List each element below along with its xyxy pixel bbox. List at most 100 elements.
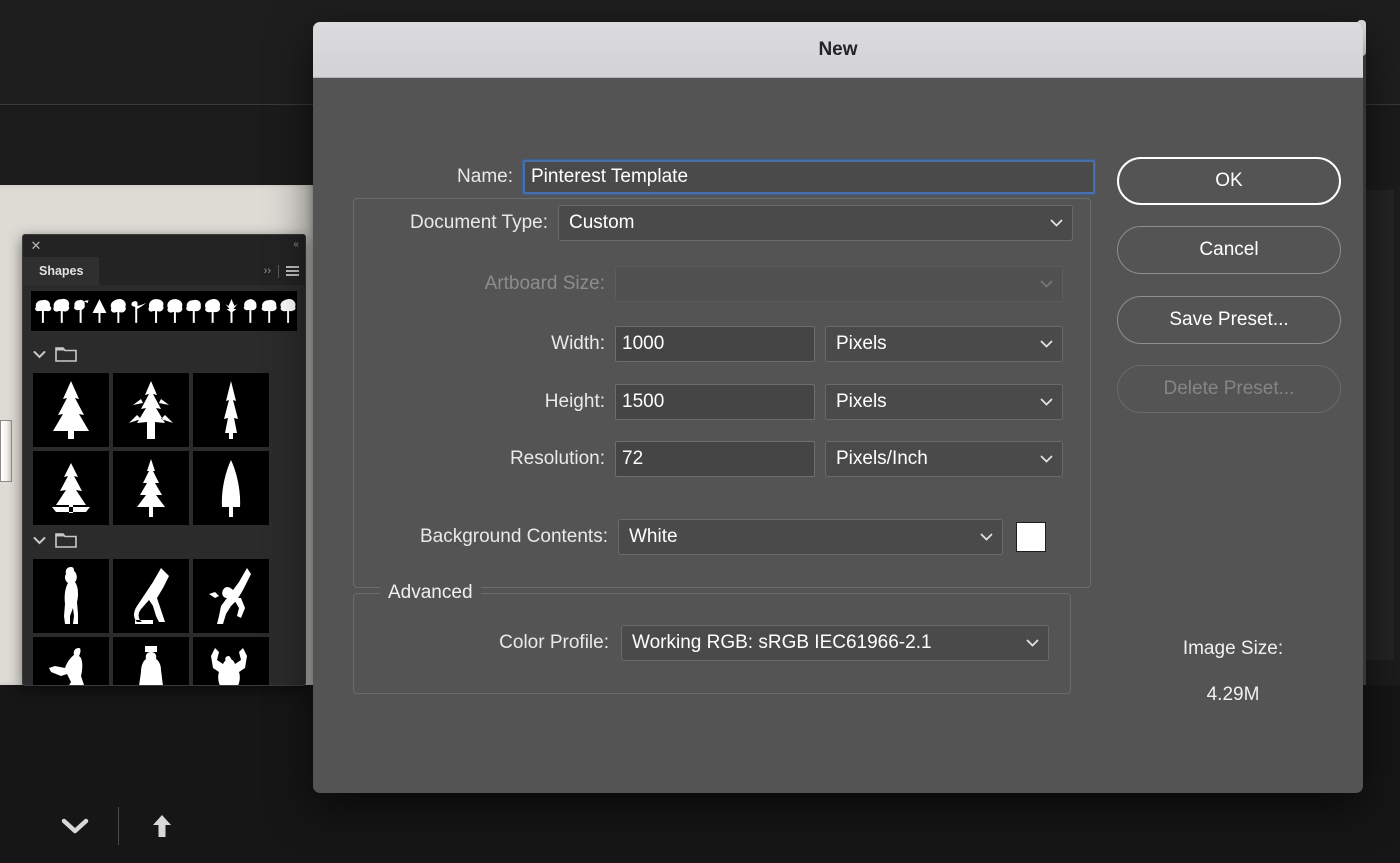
chevron-down-icon <box>980 533 993 541</box>
dialog-body: Name: Document Type: Custom Artboard Siz… <box>313 78 1363 793</box>
bottom-toolbar <box>40 800 197 852</box>
width-input[interactable] <box>615 326 815 362</box>
tab-shapes[interactable]: Shapes <box>23 257 100 285</box>
shapes-thumbnail-grid-trees <box>23 373 305 525</box>
shape-thumbnail[interactable] <box>193 637 269 685</box>
screen: ✕ ‹‹ Shapes ›› New Name: Pinterest Templ… <box>0 0 1400 863</box>
folder-icon <box>55 345 77 367</box>
advanced-legend: Advanced <box>380 582 481 604</box>
color-profile-label: Color Profile: <box>499 632 609 653</box>
shapes-panel-controls: ›› <box>264 257 299 285</box>
artboard-size-row: Artboard Size: <box>313 266 1063 302</box>
height-unit-value: Pixels <box>836 391 887 412</box>
chevron-down-icon <box>1050 219 1063 227</box>
chevron-down-icon[interactable] <box>33 350 46 362</box>
chevron-down-icon[interactable] <box>40 800 110 852</box>
background-contents-label: Background Contents: <box>419 526 608 547</box>
artboard-size-label: Artboard Size: <box>484 273 605 294</box>
shapes-thumbnail-grid-people <box>23 559 305 685</box>
shapes-group-trees[interactable] <box>23 339 305 373</box>
dialog-form-column: Name: Document Type: Custom Artboard Siz… <box>313 78 1095 793</box>
document-type-label: Document Type: <box>409 212 548 233</box>
delete-preset-button-label: Delete Preset... <box>1163 378 1295 399</box>
collapse-icon[interactable]: ‹‹ <box>293 239 299 250</box>
shapes-recent-strip <box>23 285 305 339</box>
dialog-titlebar: New <box>313 22 1363 78</box>
width-unit-value: Pixels <box>836 333 887 354</box>
close-icon[interactable]: ✕ <box>29 239 43 253</box>
panel-menu-icon[interactable] <box>286 264 299 279</box>
save-preset-button-label: Save Preset... <box>1169 309 1289 330</box>
right-dock-panel[interactable] <box>1366 190 1394 660</box>
color-profile-select[interactable]: Working RGB: sRGB IEC61966-2.1 <box>621 625 1049 661</box>
chevron-down-icon <box>1026 639 1039 647</box>
shape-thumbnail[interactable] <box>33 451 109 525</box>
shape-thumbnail[interactable] <box>113 451 189 525</box>
document-type-value: Custom <box>569 212 635 233</box>
save-preset-button[interactable]: Save Preset... <box>1117 296 1341 344</box>
shapes-panel-tabrow: Shapes ›› <box>23 257 305 285</box>
resolution-unit-select[interactable]: Pixels/Inch <box>825 441 1063 477</box>
dialog-title: New <box>818 38 858 60</box>
shape-thumbnail[interactable] <box>33 559 109 633</box>
shape-thumbnail[interactable] <box>113 637 189 685</box>
shapes-panel-titlebar: ✕ ‹‹ <box>23 235 305 257</box>
shapes-tab-label: Shapes <box>39 264 84 278</box>
shape-thumbnail[interactable] <box>193 373 269 447</box>
width-row: Width: Pixels <box>313 326 1063 362</box>
chevron-down-icon <box>1040 340 1053 348</box>
height-row: Height: Pixels <box>313 384 1063 420</box>
height-unit-select[interactable]: Pixels <box>825 384 1063 420</box>
arrow-up-icon[interactable] <box>127 800 197 852</box>
cancel-button-label: Cancel <box>1199 239 1259 260</box>
folder-icon <box>55 531 77 553</box>
ok-button-label: OK <box>1215 170 1243 191</box>
height-label: Height: <box>544 391 605 412</box>
shape-thumbnail[interactable] <box>33 637 109 685</box>
name-label: Name: <box>457 166 513 187</box>
document-type-row: Document Type: Custom <box>313 205 1073 241</box>
shapes-group-people[interactable] <box>23 525 305 559</box>
dialog-button-column: OK Cancel Save Preset... Delete Preset..… <box>1103 78 1363 793</box>
chevron-down-icon <box>1040 280 1053 288</box>
name-input[interactable] <box>523 160 1095 194</box>
expand-icon[interactable]: ›› <box>264 265 271 277</box>
new-document-dialog[interactable]: New Name: Document Type: Custom <box>313 22 1363 793</box>
chevron-down-icon <box>1040 455 1053 463</box>
shape-thumbnail[interactable] <box>193 451 269 525</box>
background-color-swatch[interactable] <box>1016 522 1046 552</box>
shape-thumbnail[interactable] <box>33 373 109 447</box>
left-tool-strip[interactable] <box>0 420 12 482</box>
shape-thumbnail[interactable] <box>193 559 269 633</box>
background-contents-row: Background Contents: White <box>313 519 1046 555</box>
width-label: Width: <box>551 333 605 354</box>
cancel-button[interactable]: Cancel <box>1117 226 1341 274</box>
tree-thumbnail-strip[interactable] <box>31 291 297 331</box>
height-input[interactable] <box>615 384 815 420</box>
name-row: Name: <box>313 160 1095 194</box>
resolution-input[interactable] <box>615 441 815 477</box>
image-size-label: Image Size: <box>1182 638 1284 659</box>
advanced-groupbox: Advanced Color Profile: Working RGB: sRG… <box>353 582 1071 694</box>
resolution-row: Resolution: Pixels/Inch <box>313 441 1063 477</box>
ok-button[interactable]: OK <box>1117 157 1341 205</box>
chevron-down-icon[interactable] <box>33 536 46 548</box>
toolbar-divider <box>118 807 119 845</box>
delete-preset-button: Delete Preset... <box>1117 365 1341 413</box>
document-type-select[interactable]: Custom <box>558 205 1073 241</box>
shape-thumbnail[interactable] <box>113 559 189 633</box>
image-size-value: 4.29M <box>1206 684 1260 705</box>
width-unit-select[interactable]: Pixels <box>825 326 1063 362</box>
background-contents-value: White <box>629 526 678 547</box>
resolution-label: Resolution: <box>509 448 605 469</box>
resolution-unit-value: Pixels/Inch <box>836 448 928 469</box>
shape-thumbnail[interactable] <box>113 373 189 447</box>
background-contents-select[interactable]: White <box>618 519 1003 555</box>
artboard-size-select <box>615 266 1063 302</box>
shapes-panel[interactable]: ✕ ‹‹ Shapes ›› <box>22 234 306 686</box>
chevron-down-icon <box>1040 398 1053 406</box>
color-profile-value: Working RGB: sRGB IEC61966-2.1 <box>632 632 932 653</box>
controls-divider <box>278 264 279 278</box>
image-size-block: Image Size: 4.29M <box>1103 638 1363 706</box>
color-profile-row: Color Profile: Working RGB: sRGB IEC6196… <box>469 625 1049 661</box>
